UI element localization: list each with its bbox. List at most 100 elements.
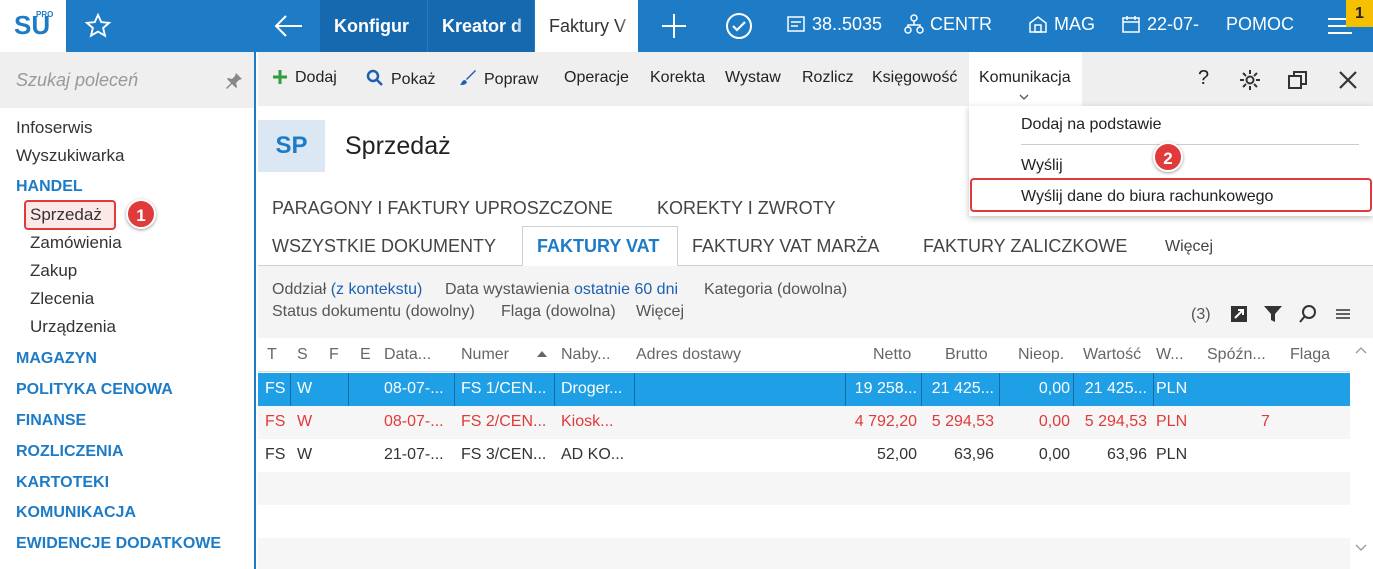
show-label: Pokaż — [391, 71, 436, 88]
sidebar-item-infoserwis[interactable]: Infoserwis — [16, 118, 93, 138]
sidebar-item-handel[interactable]: HANDEL — [16, 178, 83, 196]
new-tab-plus-icon[interactable] — [660, 12, 688, 40]
col-header-date[interactable]: Data... — [384, 346, 431, 364]
tab-faktury[interactable]: Faktury V — [535, 0, 638, 52]
communication-menu[interactable]: Komunikacja — [979, 69, 1071, 87]
col-header-netto[interactable]: Netto — [873, 346, 911, 364]
edit-button[interactable]: Popraw — [459, 69, 538, 89]
sidebar: Szukaj poleceń Infoserwis Wyszukiwarka H… — [0, 52, 256, 569]
add-button[interactable]: Dodaj — [272, 69, 337, 87]
tab-korekty[interactable]: KOREKTY I ZWROTY — [657, 198, 836, 219]
col-header-delivery-address[interactable]: Adres dostawy — [636, 346, 741, 364]
table-scrollbar[interactable] — [1350, 338, 1373, 569]
sidebar-item-zamowienia[interactable]: Zamówienia — [30, 233, 122, 253]
col-header-buyer[interactable]: Naby... — [561, 346, 611, 364]
date-filter[interactable]: Data wystawienia ostatnie 60 dni — [445, 281, 678, 299]
app-logo[interactable]: SU PRO — [0, 0, 66, 52]
sidebar-item-urzadzenia[interactable]: Urządzenia — [30, 317, 116, 337]
col-header-number[interactable]: Numer — [461, 346, 509, 364]
col-header-currency[interactable]: W... — [1156, 346, 1184, 364]
tab-faktury-vat-marza[interactable]: FAKTURY VAT MARŻA — [692, 236, 879, 257]
favorites-star-icon[interactable] — [84, 12, 112, 40]
warehouse-info[interactable]: MAG — [1028, 14, 1095, 35]
settle-menu[interactable]: Rozlicz — [802, 69, 854, 87]
col-header-flag[interactable]: Flaga — [1290, 346, 1330, 364]
sidebar-item-finanse[interactable]: FINANSE — [16, 412, 86, 430]
tasks-check-icon[interactable] — [724, 11, 754, 41]
columns-menu-icon[interactable] — [1335, 306, 1351, 322]
col-header-e[interactable]: E — [360, 346, 371, 364]
command-search[interactable]: Szukaj poleceń — [0, 52, 254, 108]
tab-faktury-zaliczkowe[interactable]: FAKTURY ZALICZKOWE — [923, 236, 1127, 257]
cell-type: FS — [265, 380, 286, 397]
show-button[interactable]: Pokaż — [366, 69, 435, 89]
issue-menu[interactable]: Wystaw — [725, 69, 781, 87]
col-header-s[interactable]: S — [297, 346, 308, 364]
restore-window-icon[interactable] — [1287, 69, 1309, 91]
sidebar-item-polityka-cenowa[interactable]: POLITYKA CENOWA — [16, 381, 173, 399]
col-header-value[interactable]: Wartość — [1083, 346, 1141, 364]
plus-icon — [273, 70, 287, 84]
sidebar-item-wyszukiwarka[interactable]: Wyszukiwarka — [16, 146, 124, 166]
menu-item-add-based-on[interactable]: Dodaj na podstawie — [1021, 116, 1162, 134]
category-filter[interactable]: Kategoria (dowolna) — [704, 281, 847, 299]
col-header-t[interactable]: T — [267, 346, 277, 364]
col-header-unpaid[interactable]: Nieop. — [1018, 346, 1064, 364]
col-header-late[interactable]: Spóźn... — [1207, 346, 1266, 364]
gear-icon[interactable] — [1239, 69, 1261, 91]
sidebar-item-ewidencje-dodatkowe[interactable]: EWIDENCJE DODATKOWE — [16, 535, 221, 553]
sidebar-item-zakup[interactable]: Zakup — [30, 261, 77, 281]
search-input[interactable]: Szukaj poleceń — [16, 70, 138, 91]
tab-kreator[interactable]: Kreator d — [428, 0, 534, 52]
nip-info[interactable]: 38..5035 — [786, 14, 882, 35]
export-icon[interactable] — [1229, 304, 1249, 324]
operations-menu[interactable]: Operacje — [564, 69, 629, 87]
status-filter[interactable]: Status dokumentu (dowolny) — [272, 303, 475, 321]
more-filters[interactable]: Więcej — [636, 303, 684, 321]
cell-date: 08-07-... — [384, 380, 444, 397]
col-header-f[interactable]: F — [329, 346, 339, 364]
date-filter-value[interactable]: ostatnie 60 dni — [574, 281, 678, 298]
tab-wszystkie[interactable]: WSZYSTKIE DOKUMENTY — [272, 236, 496, 257]
help-link[interactable]: POMOC — [1226, 14, 1294, 35]
sidebar-item-magazyn[interactable]: MAGAZYN — [16, 350, 97, 368]
sidebar-item-kartoteki[interactable]: KARTOTEKI — [16, 474, 109, 492]
scroll-down-icon[interactable] — [1355, 544, 1367, 552]
table-row[interactable]: FS W 21-07-... FS 3/CEN... AD KO... 52,0… — [258, 439, 1350, 472]
tab-more[interactable]: Więcej — [1165, 238, 1213, 256]
sidebar-item-komunikacja[interactable]: KOMUNIKACJA — [16, 504, 136, 522]
accounting-menu[interactable]: Księgowość — [872, 69, 957, 87]
date-value: 22-07- — [1147, 14, 1200, 34]
date-info[interactable]: 22-07- — [1121, 14, 1199, 35]
branch-filter[interactable]: Oddział (z kontekstu) — [272, 281, 422, 299]
search-icon[interactable] — [1298, 304, 1318, 324]
sidebar-item-rozliczenia[interactable]: ROZLICZENIA — [16, 443, 124, 461]
sidebar-item-sprzedaz[interactable]: Sprzedaż — [30, 205, 102, 225]
org-structure-icon — [904, 14, 924, 34]
branch-filter-value[interactable]: (z kontekstu) — [331, 281, 423, 298]
tab-faktury-vat[interactable]: FAKTURY VAT — [537, 236, 659, 257]
branch-info[interactable]: CENTR — [904, 14, 992, 35]
flag-filter[interactable]: Flaga (dowolna) — [501, 303, 616, 321]
notification-badge[interactable]: 1 — [1346, 0, 1373, 27]
warehouse-value: MAG — [1054, 14, 1096, 34]
scroll-up-icon[interactable] — [1355, 346, 1367, 354]
record-count: (3) — [1191, 306, 1211, 323]
menu-item-send-to-accounting-office[interactable]: Wyślij dane do biura rachunkowego — [1021, 188, 1273, 206]
table-row[interactable]: FS W 08-07-... FS 2/CEN... Kiosk... 4 79… — [258, 406, 1350, 439]
table-row[interactable]: FS W 08-07-... FS 1/CEN... Droger... 19 … — [258, 373, 1350, 406]
cell-buyer: Kiosk... — [561, 413, 614, 430]
pin-icon[interactable] — [225, 72, 243, 90]
menu-item-send[interactable]: Wyślij — [1021, 157, 1063, 175]
sort-ascending-icon[interactable] — [536, 350, 548, 358]
correction-menu[interactable]: Korekta — [650, 69, 705, 87]
back-arrow-icon[interactable] — [272, 12, 304, 40]
help-button[interactable]: ? — [1198, 67, 1209, 90]
col-header-brutto[interactable]: Brutto — [945, 346, 988, 364]
tab-konfiguracja[interactable]: Konfigur — [320, 0, 427, 52]
close-icon[interactable] — [1337, 69, 1359, 91]
filter-icon[interactable] — [1263, 304, 1283, 324]
calendar-icon — [1122, 16, 1140, 33]
tab-paragony[interactable]: PARAGONY I FAKTURY UPROSZCZONE — [272, 198, 613, 219]
sidebar-item-zlecenia[interactable]: Zlecenia — [30, 289, 94, 309]
